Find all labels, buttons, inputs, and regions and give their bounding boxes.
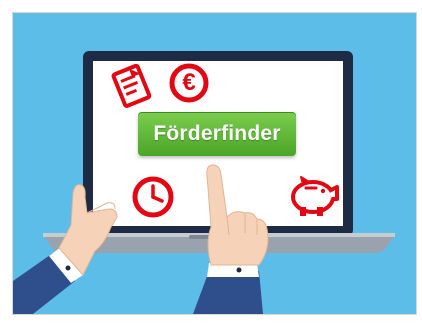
- euro-symbol: €: [182, 69, 196, 96]
- foerderfinder-button[interactable]: Förderfinder: [138, 112, 296, 156]
- clock-icon: [132, 176, 174, 218]
- illustration: € Förderfinder: [12, 12, 417, 315]
- illustration-art: [13, 13, 416, 314]
- image-frame: € Förderfinder: [0, 0, 422, 324]
